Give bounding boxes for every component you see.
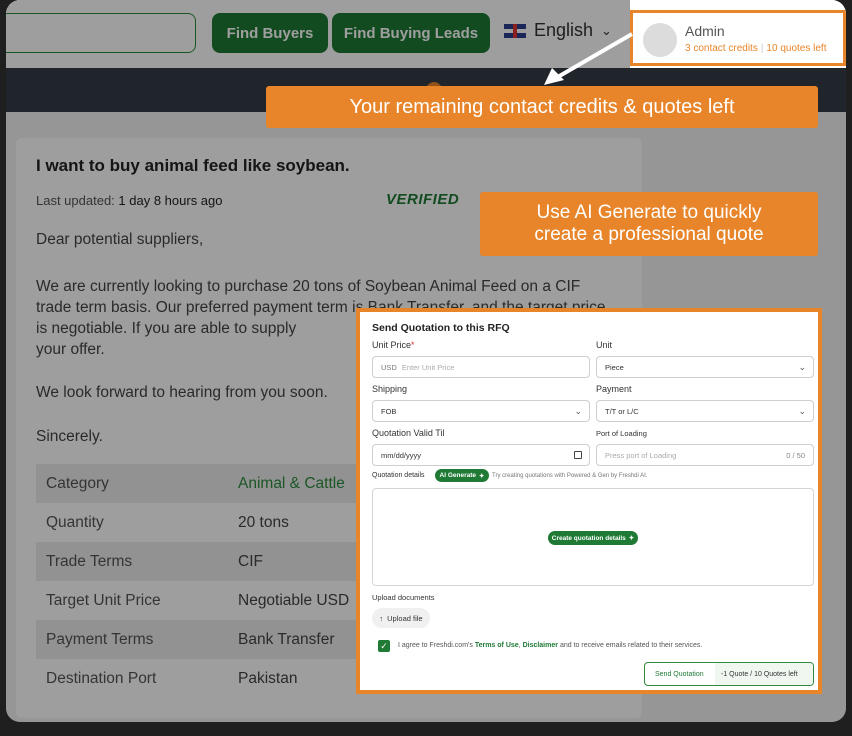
quote-cost: -1 Quote / 10 Quotes left xyxy=(715,663,813,685)
credits-summary: 3 contact credits | 10 quotes left xyxy=(685,43,827,54)
app-window: Find Buyers Find Buying Leads English ⌄ … xyxy=(6,0,846,722)
create-quotation-details-button[interactable]: Create quotation details ✦ xyxy=(548,531,638,545)
sparkle-icon: ✦ xyxy=(479,472,485,480)
details-label: Quotation details xyxy=(372,472,425,479)
form-title: Send Quotation to this RFQ xyxy=(372,322,510,334)
terms-link[interactable]: Terms of Use xyxy=(475,642,519,649)
ai-callout: Use AI Generate to quickly create a prof… xyxy=(480,192,818,256)
agree-checkbox[interactable]: ✓ xyxy=(378,640,390,652)
unit-price-input[interactable]: USD Enter Unit Price xyxy=(372,356,590,378)
port-of-loading-input[interactable]: Press port of Loading 0 / 50 xyxy=(596,444,814,466)
arrow-up-icon: ↑ xyxy=(379,613,384,623)
payment-label: Payment xyxy=(596,384,632,394)
unit-price-label: Unit Price* xyxy=(372,340,415,350)
account-menu[interactable]: Admin 3 contact credits | 10 quotes left xyxy=(630,10,846,66)
ai-generate-button[interactable]: AI Generate ✦ xyxy=(435,469,489,482)
chevron-down-icon: ⌄ xyxy=(798,362,806,372)
ai-hint: Try creating quotations with Powered & G… xyxy=(492,473,648,479)
upload-label: Upload documents xyxy=(372,593,435,602)
upload-file-button[interactable]: ↑ Upload file xyxy=(372,608,430,628)
shipping-select[interactable]: FOB ⌄ xyxy=(372,400,590,422)
pointer-arrow-icon xyxy=(544,32,634,85)
contact-credits: 3 contact credits xyxy=(685,43,758,54)
credits-callout: Your remaining contact credits & quotes … xyxy=(266,86,818,128)
agree-text: I agree to Freshdi.com's Terms of Use, D… xyxy=(398,642,703,649)
valid-til-label: Quotation Valid Til xyxy=(372,428,445,438)
admin-name: Admin xyxy=(685,23,725,39)
char-counter: 0 / 50 xyxy=(786,451,805,460)
disclaimer-link[interactable]: Disclaimer xyxy=(523,642,558,649)
avatar xyxy=(643,23,677,57)
unit-select[interactable]: Piece ⌄ xyxy=(596,356,814,378)
chevron-down-icon: ⌄ xyxy=(574,406,582,416)
calendar-icon xyxy=(574,451,582,459)
payment-select[interactable]: T/T or L/C ⌄ xyxy=(596,400,814,422)
quotation-details-textarea[interactable]: Create quotation details ✦ xyxy=(372,488,814,586)
valid-til-date-input[interactable]: mm/dd/yyyy xyxy=(372,444,590,466)
send-quotation-button[interactable]: Send Quotation -1 Quote / 10 Quotes left xyxy=(644,662,814,686)
chevron-down-icon: ⌄ xyxy=(798,406,806,416)
quotes-left: 10 quotes left xyxy=(766,43,827,54)
send-quotation-form: Send Quotation to this RFQ Unit Price* U… xyxy=(356,308,822,694)
port-label: Port of Loading xyxy=(596,429,647,438)
shipping-label: Shipping xyxy=(372,384,408,394)
sparkle-icon: ✦ xyxy=(628,535,635,542)
header-dim-overlay xyxy=(6,0,630,68)
unit-label: Unit xyxy=(596,340,613,350)
